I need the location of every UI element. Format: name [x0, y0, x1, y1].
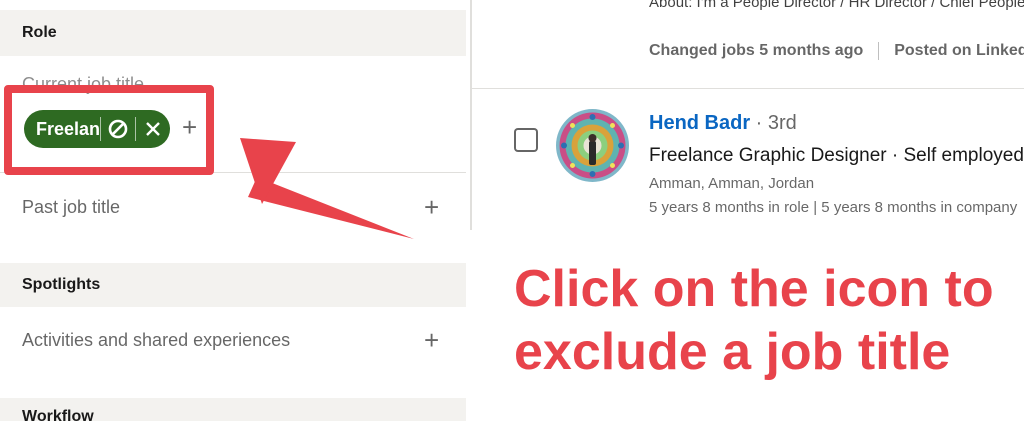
- candidate-name-link[interactable]: Hend Badr: [649, 112, 750, 134]
- candidate-tenure: 5 years 8 months in role | 5 years 8 mon…: [649, 199, 1018, 216]
- close-icon[interactable]: [136, 110, 170, 148]
- activities-filter-label[interactable]: Activities and shared experiences: [22, 330, 290, 351]
- about-snippet: About: I'm a People Director / HR Direct…: [649, 0, 1024, 11]
- changed-jobs-text: Changed jobs 5 months ago: [649, 42, 864, 59]
- meta-separator: [878, 42, 880, 60]
- job-title-chip[interactable]: Freelance: [24, 110, 170, 148]
- exclude-icon[interactable]: [101, 110, 135, 148]
- annotation-text: Click on the icon to exclude a job title: [514, 258, 1014, 384]
- chip-label: Freelance: [36, 118, 100, 139]
- add-activities-plus-icon[interactable]: +: [424, 327, 439, 353]
- filter-divider: [0, 172, 466, 173]
- past-job-title-label[interactable]: Past job title: [22, 197, 120, 218]
- posted-on-text: Posted on LinkedIn: [894, 42, 1024, 59]
- candidate-name-line: Hend Badr · 3rd: [649, 112, 797, 135]
- filter-panel: Role Current job title Freelance + Past …: [0, 0, 466, 421]
- connection-degree: · 3rd: [750, 112, 797, 134]
- candidate-headline: Freelance Graphic Designer · Self employ…: [649, 145, 1024, 166]
- workflow-section-header: Workflow: [0, 398, 466, 421]
- candidate-location: Amman, Amman, Jordan: [649, 175, 815, 192]
- add-current-job-title-plus-icon[interactable]: +: [182, 114, 197, 140]
- add-past-job-title-plus-icon[interactable]: +: [424, 194, 439, 220]
- annotation-line-2: exclude a job title: [514, 323, 951, 381]
- select-candidate-checkbox[interactable]: [514, 128, 538, 152]
- candidate-avatar[interactable]: [556, 109, 629, 182]
- annotation-line-1: Click on the icon to: [514, 260, 994, 318]
- current-job-title-label: Current job title: [22, 74, 145, 94]
- role-section-header: Role: [0, 10, 466, 56]
- result-divider: [472, 88, 1024, 89]
- results-panel: About: I'm a People Director / HR Direct…: [472, 0, 1024, 230]
- result-meta-row: Changed jobs 5 months ago Posted on Link…: [649, 42, 1024, 60]
- spotlights-section-header: Spotlights: [0, 263, 466, 307]
